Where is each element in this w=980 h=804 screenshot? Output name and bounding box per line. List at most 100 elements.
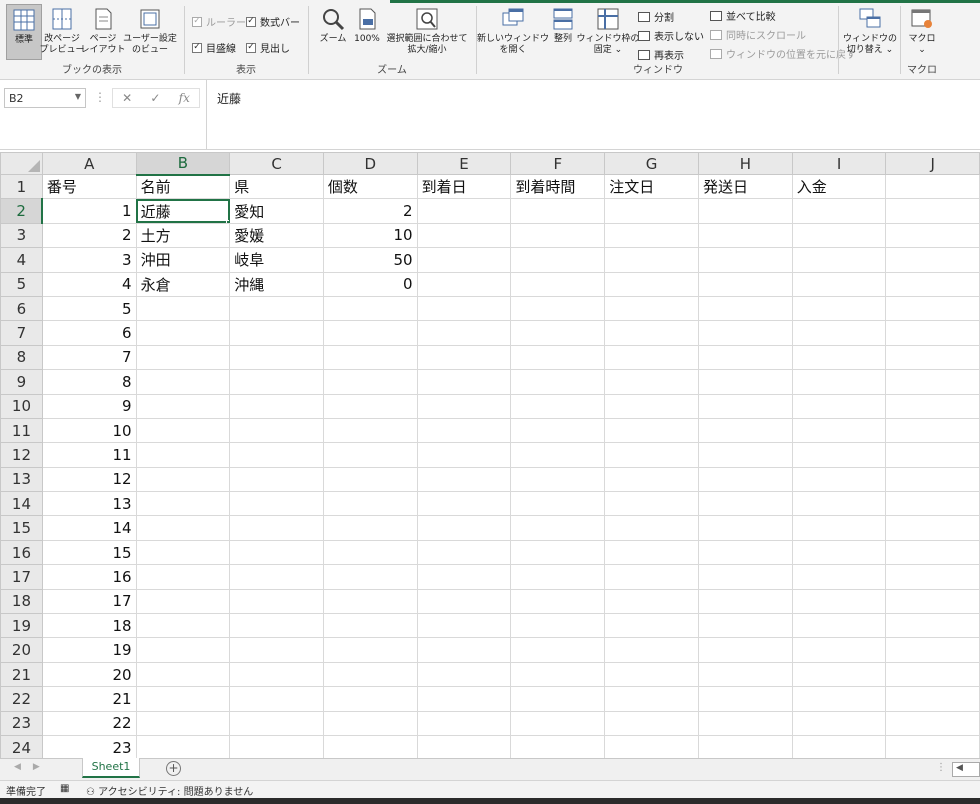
cell-h5[interactable] <box>697 271 793 297</box>
cell-j6[interactable] <box>885 295 980 322</box>
cell-c1[interactable]: 県 <box>229 173 324 200</box>
cell-j8[interactable] <box>885 344 980 371</box>
cell-d2[interactable]: 2 <box>322 198 418 224</box>
cell-b21[interactable] <box>135 661 231 688</box>
cell-d9[interactable] <box>322 369 418 395</box>
row-header-18[interactable]: 18 <box>0 588 43 615</box>
row-header-5[interactable]: 5 <box>0 271 43 297</box>
cell-c19[interactable] <box>229 613 324 639</box>
cell-b2[interactable]: 近藤 <box>135 198 231 224</box>
row-header-12[interactable]: 12 <box>0 442 43 468</box>
horizontal-scrollbar[interactable]: ◀ <box>952 762 980 777</box>
cell-f19[interactable] <box>510 613 606 639</box>
cell-h20[interactable] <box>697 637 793 663</box>
cell-f13[interactable] <box>510 466 606 493</box>
cell-a21[interactable]: 20 <box>41 661 137 688</box>
cell-j13[interactable] <box>885 466 980 493</box>
cell-a2[interactable]: 1 <box>41 198 137 224</box>
cell-g9[interactable] <box>604 369 699 395</box>
cell-b22[interactable] <box>135 686 231 712</box>
cell-c4[interactable]: 岐阜 <box>229 247 324 273</box>
cell-i5[interactable] <box>791 271 887 297</box>
cell-h12[interactable] <box>697 442 793 468</box>
row-header-7[interactable]: 7 <box>0 320 43 346</box>
cell-e2[interactable] <box>416 198 512 224</box>
cell-b10[interactable] <box>135 393 231 419</box>
cell-i7[interactable] <box>791 320 887 346</box>
cell-i22[interactable] <box>791 686 887 712</box>
cell-c14[interactable] <box>229 491 324 517</box>
cell-j3[interactable] <box>885 222 980 249</box>
cell-e8[interactable] <box>416 344 512 371</box>
cell-j24[interactable] <box>885 734 980 758</box>
cell-d1[interactable]: 個数 <box>322 173 418 200</box>
zoom-button[interactable]: ズーム <box>316 4 350 45</box>
cell-i2[interactable] <box>791 198 887 224</box>
cell-g12[interactable] <box>604 442 699 468</box>
cell-j15[interactable] <box>885 515 980 541</box>
scroll-left-icon[interactable]: ◀ <box>956 763 963 773</box>
cell-h2[interactable] <box>697 198 793 224</box>
cell-c3[interactable]: 愛媛 <box>229 222 324 249</box>
cell-i8[interactable] <box>791 344 887 371</box>
cell-j19[interactable] <box>885 613 980 639</box>
ruler-checkbox[interactable]: ✓ ルーラー <box>192 14 246 29</box>
cell-e14[interactable] <box>416 491 512 517</box>
cell-j23[interactable] <box>885 710 980 736</box>
cell-a13[interactable]: 12 <box>41 466 137 493</box>
cell-f18[interactable] <box>510 588 606 615</box>
cell-f24[interactable] <box>510 734 606 758</box>
cell-a14[interactable]: 13 <box>41 491 137 517</box>
cell-j1[interactable] <box>885 173 980 200</box>
page-layout-button[interactable]: ページ レイアウト <box>81 4 126 56</box>
cell-c20[interactable] <box>229 637 324 663</box>
more-dots-icon[interactable]: ⋮ <box>94 90 106 104</box>
cell-b19[interactable] <box>135 613 231 639</box>
cell-a17[interactable]: 16 <box>41 564 137 590</box>
cell-g19[interactable] <box>604 613 699 639</box>
cell-h6[interactable] <box>697 295 793 322</box>
cell-a9[interactable]: 8 <box>41 369 137 395</box>
macros-button[interactable]: マクロ ⌄ <box>904 4 940 56</box>
cell-e16[interactable] <box>416 539 512 566</box>
cell-b6[interactable] <box>135 295 231 322</box>
column-header-j[interactable]: J <box>885 152 980 175</box>
select-all-corner[interactable] <box>0 152 43 175</box>
cell-b23[interactable] <box>135 710 231 736</box>
cell-j2[interactable] <box>885 198 980 224</box>
row-header-17[interactable]: 17 <box>0 564 43 590</box>
insert-function-icon[interactable]: fx <box>179 91 190 105</box>
cell-h21[interactable] <box>697 661 793 688</box>
cell-b3[interactable]: 土方 <box>135 222 231 249</box>
sheet-nav-arrows-icon[interactable]: ◀▶ <box>14 762 52 772</box>
cell-c9[interactable] <box>229 369 324 395</box>
cell-j9[interactable] <box>885 369 980 395</box>
cell-i1[interactable]: 入金 <box>791 173 887 200</box>
cell-i12[interactable] <box>791 442 887 468</box>
cell-g8[interactable] <box>604 344 699 371</box>
cell-j17[interactable] <box>885 564 980 590</box>
cell-h14[interactable] <box>697 491 793 517</box>
cell-b9[interactable] <box>135 369 231 395</box>
cell-i24[interactable] <box>791 734 887 758</box>
cell-b5[interactable]: 永倉 <box>135 271 231 297</box>
column-header-e[interactable]: E <box>416 152 512 175</box>
row-header-16[interactable]: 16 <box>0 539 43 566</box>
cell-b16[interactable] <box>135 539 231 566</box>
cell-d20[interactable] <box>322 637 418 663</box>
cell-h16[interactable] <box>697 539 793 566</box>
cell-c18[interactable] <box>229 588 324 615</box>
cell-e11[interactable] <box>416 417 512 444</box>
cell-e23[interactable] <box>416 710 512 736</box>
column-header-a[interactable]: A <box>41 152 137 175</box>
row-header-8[interactable]: 8 <box>0 344 43 371</box>
cell-e10[interactable] <box>416 393 512 419</box>
cell-e3[interactable] <box>416 222 512 249</box>
enter-icon[interactable]: ✓ <box>150 91 160 105</box>
cell-b18[interactable] <box>135 588 231 615</box>
row-header-19[interactable]: 19 <box>0 613 43 639</box>
cell-d12[interactable] <box>322 442 418 468</box>
cell-c5[interactable]: 沖縄 <box>229 271 324 297</box>
arrange-all-button[interactable]: 整列 <box>546 4 580 45</box>
cell-i9[interactable] <box>791 369 887 395</box>
